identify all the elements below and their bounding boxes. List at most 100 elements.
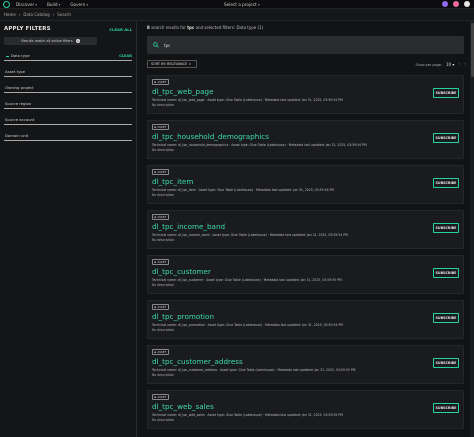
nav-discover-label: Discover: [16, 1, 35, 7]
filter-data-type[interactable]: Data type CLEAR: [4, 45, 132, 61]
search-input[interactable]: tpc: [147, 36, 464, 54]
nav-build-label: Build: [46, 1, 58, 7]
project-selector-label: Select a project: [224, 1, 257, 7]
pagination: Show per page: 10 ▾ ‹ ›: [415, 62, 466, 67]
subscribe-button[interactable]: SUBSCRIBE: [433, 403, 459, 413]
notification-avatar-icon[interactable]: [442, 1, 448, 7]
breadcrumb-separator-icon: ›: [18, 12, 21, 17]
asset-badge-icon: ⊞: [154, 395, 157, 399]
result-title-link[interactable]: dl_tpc_web_page: [152, 87, 214, 96]
asset-badge-icon: ⊞: [154, 215, 157, 219]
breadcrumb-home[interactable]: Home: [4, 12, 16, 17]
asset-badge: ⊞ ASSET: [152, 259, 169, 265]
app-logo-icon[interactable]: [3, 0, 10, 8]
asset-badge-label: ASSET: [157, 395, 167, 399]
active-filters-chip-label: Results match all active filters: [21, 39, 73, 43]
subscribe-button[interactable]: SUBSCRIBE: [433, 313, 459, 323]
collapse-icon: [6, 56, 9, 57]
subscribe-button[interactable]: SUBSCRIBE: [433, 133, 459, 143]
search-results-panel: 8 search results for tpc and selected fi…: [137, 21, 474, 437]
result-meta: Technical name: dl_tpc_customer · Asset …: [152, 278, 342, 282]
filter-owning-project[interactable]: Owning project: [4, 77, 132, 93]
result-description: No description: [152, 148, 175, 152]
chevron-down-icon: ▾: [35, 2, 37, 7]
result-title-link[interactable]: dl_tpc_promotion: [152, 312, 214, 321]
scrollbar-thumb[interactable]: [470, 23, 474, 77]
top-navigation-bar: Discover▾ Build▾ Govern▾ Select a projec…: [0, 0, 474, 9]
sort-dropdown[interactable]: SORT BY: RELEVANCE ▾: [147, 60, 197, 68]
asset-badge-label: ASSET: [157, 125, 167, 129]
next-page-icon[interactable]: ›: [464, 62, 466, 67]
asset-badge-icon: ⊞: [154, 260, 157, 264]
result-description: No description: [152, 283, 175, 287]
result-description: No description: [152, 328, 175, 332]
filter-asset-type-label: Asset type: [5, 69, 26, 74]
user-avatar-icon[interactable]: [453, 1, 459, 7]
result-title-link[interactable]: dl_tpc_customer_address: [152, 357, 243, 366]
result-title-link[interactable]: dl_tpc_household_demographics: [152, 132, 269, 141]
filter-domain-unit[interactable]: Domain unit: [4, 125, 132, 141]
subscribe-button[interactable]: SUBSCRIBE: [433, 268, 459, 278]
filter-owning-project-label: Owning project: [5, 85, 34, 90]
filter-source-account[interactable]: Source account: [4, 109, 132, 125]
asset-badge-label: ASSET: [157, 260, 167, 264]
result-meta: Technical name: dl_tpc_household_demogra…: [152, 143, 367, 147]
filter-asset-type[interactable]: Asset type: [4, 61, 132, 77]
breadcrumb-separator-icon: ›: [52, 12, 55, 17]
breadcrumb-search: Search: [57, 12, 71, 17]
asset-badge-label: ASSET: [157, 215, 167, 219]
result-card[interactable]: ⊞ ASSET dl_tpc_income_band Technical name…: [147, 210, 464, 249]
subscribe-button[interactable]: SUBSCRIBE: [433, 178, 459, 188]
filter-data-type-label: Data type: [11, 53, 30, 58]
top-right-icons: [442, 1, 470, 7]
result-card[interactable]: ⊞ ASSET dl_tpc_web_page Technical name: d…: [147, 75, 464, 114]
asset-badge-icon: ⊞: [154, 350, 157, 354]
filter-domain-unit-label: Domain unit: [5, 133, 29, 138]
nav-discover[interactable]: Discover▾: [16, 2, 37, 7]
subscribe-button[interactable]: SUBSCRIBE: [433, 88, 459, 98]
result-title-link[interactable]: dl_tpc_customer: [152, 267, 211, 276]
asset-badge: ⊞ ASSET: [152, 79, 169, 85]
asset-badge-icon: ⊞: [154, 80, 157, 84]
chevron-down-icon: ▾: [58, 2, 61, 7]
asset-badge: ⊞ ASSET: [152, 304, 169, 310]
result-card[interactable]: ⊞ ASSET dl_tpc_household_demographics Tec…: [147, 120, 464, 159]
result-title-link[interactable]: dl_tpc_item: [152, 177, 193, 186]
close-icon[interactable]: ×: [75, 39, 80, 43]
asset-badge-icon: ⊞: [154, 170, 157, 174]
asset-badge-label: ASSET: [157, 80, 167, 84]
active-filters-chip[interactable]: Results match all active filters ×: [4, 37, 97, 45]
search-icon: [153, 42, 159, 48]
help-icon[interactable]: [464, 1, 470, 7]
result-card[interactable]: ⊞ ASSET dl_tpc_customer Technical name: d…: [147, 255, 464, 294]
result-title-link[interactable]: dl_tpc_web_sales: [152, 402, 214, 411]
nav-build[interactable]: Build▾: [47, 2, 60, 7]
subscribe-button[interactable]: SUBSCRIBE: [433, 358, 459, 368]
chevron-down-icon: ▾: [258, 2, 260, 7]
result-meta: Technical name: dl_tpc_item · Asset type…: [152, 188, 335, 192]
project-selector[interactable]: Select a project ▾: [224, 2, 260, 7]
subscribe-button[interactable]: SUBSCRIBE: [433, 223, 459, 233]
breadcrumb: Home › Data Catalog › Search: [0, 9, 474, 21]
clear-all-button[interactable]: CLEAR ALL: [109, 27, 132, 32]
asset-badge-label: ASSET: [157, 305, 167, 309]
result-description: No description: [152, 238, 175, 242]
nav-govern[interactable]: Govern▾: [70, 2, 88, 7]
result-card[interactable]: ⊞ ASSET dl_tpc_web_sales Technical name: …: [147, 390, 464, 429]
scrollbar[interactable]: [470, 21, 474, 437]
result-meta: Technical name: dl_tpc_web_sales · Asset…: [152, 413, 343, 417]
prev-page-icon[interactable]: ‹: [458, 62, 460, 67]
filters-title: APPLY FILTERS: [4, 26, 51, 32]
filter-source-region[interactable]: Source region: [4, 93, 132, 109]
result-card[interactable]: ⊞ ASSET dl_tpc_item Technical name: dl_tp…: [147, 165, 464, 204]
result-title-link[interactable]: dl_tpc_income_band: [152, 222, 225, 231]
show-per-page-label: Show per page:: [415, 62, 442, 67]
asset-badge: ⊞ ASSET: [152, 214, 169, 220]
result-card[interactable]: ⊞ ASSET dl_tpc_customer_address Technical…: [147, 345, 464, 384]
result-card[interactable]: ⊞ ASSET dl_tpc_promotion Technical name: …: [147, 300, 464, 339]
breadcrumb-catalog[interactable]: Data Catalog: [23, 12, 49, 17]
result-description: No description: [152, 373, 175, 377]
per-page-select[interactable]: 10 ▾: [446, 62, 454, 67]
clear-data-type-button[interactable]: CLEAR: [119, 54, 132, 58]
sort-label: SORT BY: RELEVANCE: [151, 62, 188, 66]
